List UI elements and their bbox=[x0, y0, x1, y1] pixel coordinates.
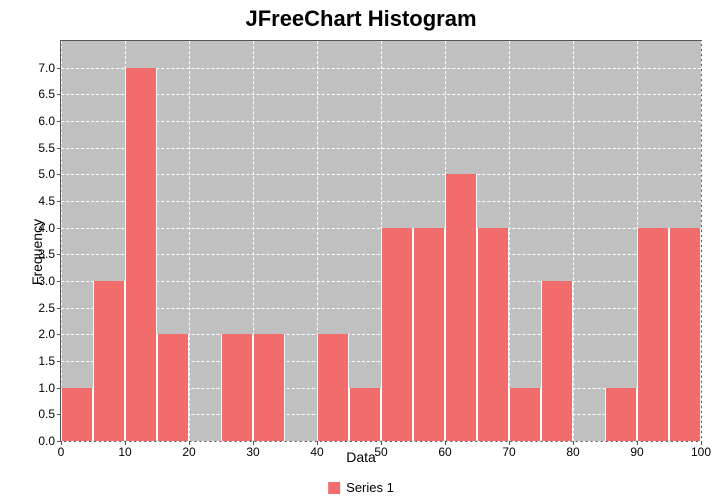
y-tick-label: 2.0 bbox=[38, 327, 61, 341]
y-tick-label: 4.0 bbox=[38, 221, 61, 235]
histogram-bar bbox=[221, 334, 253, 441]
histogram-bar bbox=[637, 228, 669, 441]
x-tick-label: 100 bbox=[691, 441, 711, 459]
histogram-bar bbox=[413, 228, 445, 441]
y-tick-label: 3.0 bbox=[38, 274, 61, 288]
histogram-chart: JFreeChart Histogram Frequency 0.00.51.0… bbox=[0, 0, 722, 503]
x-tick-label: 50 bbox=[374, 441, 387, 459]
x-tick-label: 70 bbox=[502, 441, 515, 459]
x-tick-label: 60 bbox=[438, 441, 451, 459]
legend-swatch-icon bbox=[328, 482, 340, 494]
plot-area: 0.00.51.01.52.02.53.03.54.04.55.05.56.06… bbox=[60, 40, 702, 442]
histogram-bar bbox=[93, 281, 125, 441]
x-tick-label: 30 bbox=[246, 441, 259, 459]
histogram-bar bbox=[541, 281, 573, 441]
y-tick-label: 1.5 bbox=[38, 354, 61, 368]
y-tick-label: 4.5 bbox=[38, 194, 61, 208]
chart-title: JFreeChart Histogram bbox=[0, 0, 722, 32]
legend-series-label: Series 1 bbox=[346, 480, 394, 495]
histogram-bar bbox=[349, 388, 381, 441]
histogram-bar bbox=[253, 334, 285, 441]
legend: Series 1 bbox=[328, 480, 394, 495]
histogram-bar bbox=[317, 334, 349, 441]
y-tick-label: 6.0 bbox=[38, 114, 61, 128]
histogram-bar bbox=[381, 228, 413, 441]
y-tick-label: 6.5 bbox=[38, 87, 61, 101]
histogram-bar bbox=[477, 228, 509, 441]
histogram-bar bbox=[669, 228, 701, 441]
y-tick-label: 2.5 bbox=[38, 301, 61, 315]
grid-line bbox=[189, 41, 190, 441]
x-tick-label: 10 bbox=[118, 441, 131, 459]
y-tick-label: 1.0 bbox=[38, 381, 61, 395]
x-tick-label: 40 bbox=[310, 441, 323, 459]
grid-line bbox=[61, 41, 62, 441]
histogram-bar bbox=[157, 334, 189, 441]
x-tick-label: 80 bbox=[566, 441, 579, 459]
histogram-bar bbox=[125, 68, 157, 441]
x-tick-label: 0 bbox=[58, 441, 65, 459]
x-axis-label: Data bbox=[346, 449, 376, 465]
grid-line bbox=[509, 41, 510, 441]
y-tick-label: 7.0 bbox=[38, 61, 61, 75]
grid-line bbox=[701, 41, 702, 441]
x-tick-label: 90 bbox=[630, 441, 643, 459]
x-tick-label: 20 bbox=[182, 441, 195, 459]
y-tick-label: 5.5 bbox=[38, 141, 61, 155]
histogram-bar bbox=[605, 388, 637, 441]
histogram-bar bbox=[445, 174, 477, 441]
y-tick-label: 3.5 bbox=[38, 247, 61, 261]
histogram-bar bbox=[61, 388, 93, 441]
y-tick-label: 5.0 bbox=[38, 167, 61, 181]
histogram-bar bbox=[509, 388, 541, 441]
grid-line bbox=[573, 41, 574, 441]
y-tick-label: 0.5 bbox=[38, 407, 61, 421]
